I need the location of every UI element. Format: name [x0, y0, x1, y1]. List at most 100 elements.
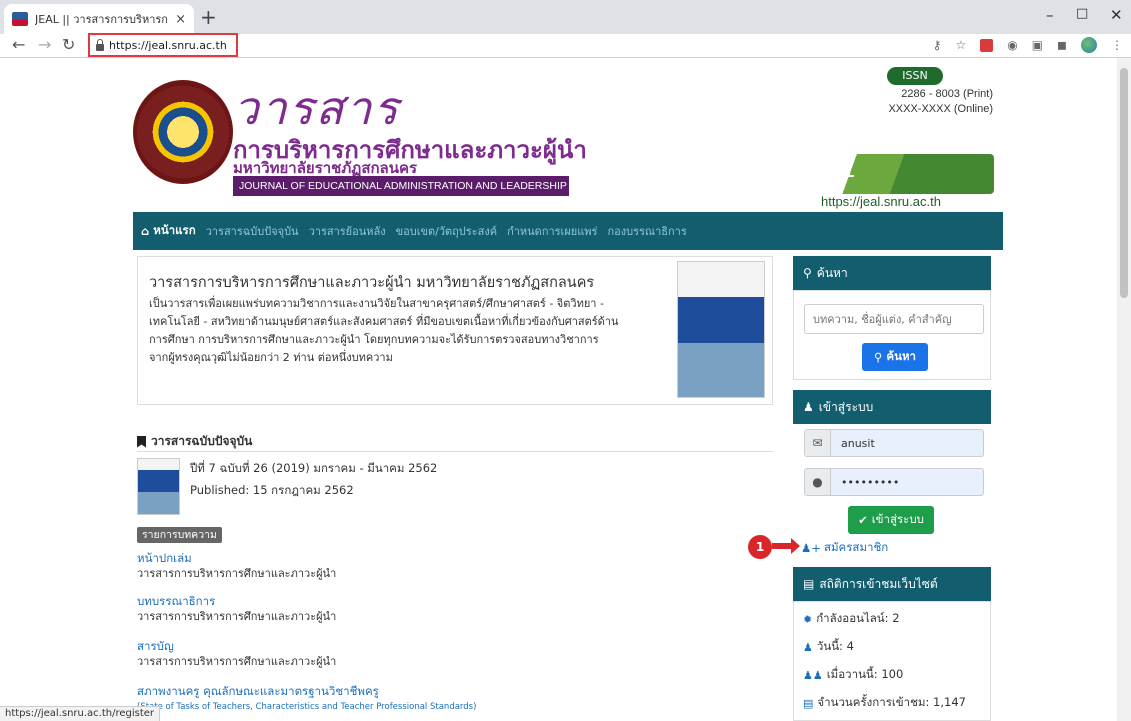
- reload-icon[interactable]: ↻: [62, 36, 75, 54]
- article-subtitle: วารสารการบริหารการศึกษาและภาวะผู้นำ: [137, 655, 337, 668]
- stat-total-text: จำนวนครั้งการเข้าชม: 1,147: [817, 695, 966, 709]
- journal-cover-image: [677, 261, 765, 398]
- stats-panel-title: สถิติการเข้าชมเว็บไซต์: [819, 576, 938, 591]
- login-panel-title: เข้าสู่ระบบ: [818, 399, 874, 414]
- list-item: สารบัญ วารสารการบริหารการศึกษาและภาวะผู้…: [137, 638, 773, 670]
- article-subtitle: วารสารการบริหารการศึกษาและภาวะผู้นำ: [137, 610, 337, 623]
- extension-red-icon[interactable]: [980, 38, 994, 52]
- current-issue-heading-label: วารสารฉบับปัจจุบัน: [151, 434, 253, 448]
- register-link-label: สมัครสมาชิก: [823, 540, 889, 554]
- article-title-link[interactable]: สภาพงานครู คุณลักษณะและมาตรฐานวิชาชีพครู: [137, 683, 773, 699]
- stat-total: ▤ จำนวนครั้งการเข้าชม: 1,147: [803, 694, 966, 712]
- login-button[interactable]: ✔ เข้าสู่ระบบ: [848, 506, 934, 534]
- home-icon: ⌂: [141, 224, 150, 238]
- issue-cover-thumbnail[interactable]: [137, 458, 180, 515]
- nav-archives[interactable]: วารสารย้อนหลัง: [309, 222, 386, 240]
- envelope-icon: ✉: [805, 430, 831, 456]
- article-subtitle: (State of Tasks of Teachers, Characteris…: [137, 702, 477, 712]
- new-tab-button[interactable]: +: [200, 6, 217, 28]
- users-icon: ♟♟: [803, 668, 823, 682]
- list-item: สภาพงานครู คุณลักษณะและมาตรฐานวิชาชีพครู…: [137, 683, 773, 715]
- bar-chart-icon: ▤: [803, 577, 815, 591]
- scrollbar-thumb[interactable]: [1120, 68, 1128, 298]
- minimize-icon[interactable]: –: [1046, 6, 1054, 24]
- article-title-link[interactable]: หน้าปกเล่ม: [137, 550, 773, 566]
- address-bar[interactable]: https://jeal.snru.ac.th: [88, 33, 238, 57]
- lock-icon: ●: [805, 469, 831, 495]
- callout-badge: 1: [748, 535, 772, 559]
- search-panel-title: ค้นหา: [816, 265, 848, 280]
- profile-avatar-icon[interactable]: [1081, 37, 1097, 53]
- close-window-icon[interactable]: ✕: [1110, 6, 1123, 24]
- nav-current-issue[interactable]: วารสารฉบับปัจจุบัน: [206, 222, 299, 240]
- site-favicon-icon: [12, 12, 28, 26]
- article-title-link[interactable]: สารบัญ: [137, 638, 773, 654]
- browser-tab[interactable]: JEAL || วารสารการบริหารการศึกษาแ ×: [4, 4, 194, 34]
- site-url-text: https://jeal.snru.ac.th: [821, 194, 941, 209]
- intro-description: เป็นวารสารเพื่อเผยแพร่บทความวิชาการและงา…: [149, 297, 619, 364]
- password-field[interactable]: ● •••••••••: [804, 468, 984, 496]
- articles-label-badge: รายการบทความ: [137, 527, 222, 543]
- tab-close-icon[interactable]: ×: [175, 12, 186, 27]
- menu-kebab-icon[interactable]: ⋮: [1111, 38, 1123, 52]
- tab-title: JEAL || วารสารการบริหารการศึกษาแ: [35, 13, 168, 26]
- login-panel-header: ♟ เข้าสู่ระบบ: [793, 390, 991, 424]
- search-panel-header: ⚲ ค้นหา: [793, 256, 991, 290]
- forward-icon[interactable]: →: [38, 36, 51, 54]
- toolbar-icons: ⚷ ☆ ◉ ▣ ◼ ⋮: [933, 37, 1123, 53]
- user-plus-icon: ♟+: [801, 541, 821, 555]
- list-item: บทบรรณาธิการ วารสารการบริหารการศึกษาและภ…: [137, 593, 773, 625]
- username-field[interactable]: ✉ anusit: [804, 429, 984, 457]
- browser-status-url: https://jeal.snru.ac.th/register: [0, 706, 161, 721]
- username-value: anusit: [841, 436, 875, 450]
- nav-home[interactable]: ⌂ หน้าแรก: [141, 222, 196, 240]
- stat-yesterday-text: เมื่อวานนี้: 100: [826, 667, 904, 681]
- lock-icon: [96, 38, 104, 51]
- jeal-logo-text: JEAL: [823, 166, 856, 181]
- intro-title: วารสารการบริหารการศึกษาและภาวะผู้นำ มหาว…: [149, 275, 595, 291]
- maximize-icon[interactable]: □: [1076, 6, 1088, 21]
- article-subtitle: วารสารการบริหารการศึกษาและภาวะผู้นำ: [137, 567, 337, 580]
- users-icon: ♟: [803, 400, 814, 414]
- current-issue-heading: วารสารฉบับปัจจุบัน: [137, 432, 773, 452]
- extension-camera-icon[interactable]: ▣: [1032, 38, 1043, 52]
- search-button-label: ค้นหา: [886, 349, 917, 363]
- back-icon[interactable]: ←: [12, 36, 25, 54]
- main-navbar: ⌂ หน้าแรก วารสารฉบับปัจจุบัน วารสารย้อนห…: [133, 212, 1003, 250]
- stat-online: ✹ กำลังออนไลน์: 2: [803, 610, 900, 628]
- issue-number[interactable]: ปีที่ 7 ฉบับที่ 26 (2019) มกราคม - มีนาค…: [190, 460, 437, 478]
- issn-badge: ISSN: [887, 67, 943, 85]
- browser-tab-bar: JEAL || วารสารการบริหารการศึกษาแ × + – □…: [0, 0, 1131, 34]
- search-input[interactable]: [804, 304, 984, 334]
- callout-arrow-icon: [772, 538, 800, 554]
- stats-panel-header: ▤ สถิติการเข้าชมเว็บไซต์: [793, 567, 991, 601]
- university-seal-logo: [133, 80, 233, 184]
- nav-schedule[interactable]: กำหนดการเผยแพร่: [507, 222, 597, 240]
- list-item: หน้าปกเล่ม วารสารการบริหารการศึกษาและภาว…: [137, 550, 773, 582]
- stat-today-text: วันนี้: 4: [816, 639, 854, 653]
- extension-cast-icon[interactable]: ◉: [1007, 38, 1017, 52]
- check-circle-icon: ✔: [858, 513, 868, 527]
- search-button-icon: ⚲: [873, 350, 883, 364]
- bar-chart-icon: ▤: [803, 696, 814, 710]
- issn-online: XXXX-XXXX (Online): [888, 103, 993, 115]
- journal-intro-card: วารสารการบริหารการศึกษาและภาวะผู้นำ มหาว…: [137, 256, 773, 405]
- stat-online-text: กำลังออนไลน์: 2: [816, 611, 900, 625]
- bookmark-icon: [137, 435, 146, 448]
- article-title-link[interactable]: บทบรรณาธิการ: [137, 593, 773, 609]
- key-icon[interactable]: ⚷: [933, 38, 942, 52]
- login-button-label: เข้าสู่ระบบ: [871, 512, 924, 526]
- user-icon: ♟: [803, 640, 813, 654]
- search-button[interactable]: ⚲ ค้นหา: [862, 343, 928, 371]
- journal-title-english: JOURNAL OF EDUCATIONAL ADMINISTRATION AN…: [233, 176, 569, 196]
- page-scrollbar[interactable]: [1117, 58, 1131, 721]
- browser-toolbar: ← → ↻ https://jeal.snru.ac.th ⚷ ☆ ◉ ▣ ◼ …: [0, 33, 1131, 58]
- nav-editorial-board[interactable]: กองบรรณาธิการ: [607, 222, 686, 240]
- issue-published-date: Published: 15 กรกฎาคม 2562: [190, 483, 354, 497]
- issn-print: 2286 - 8003 (Print): [901, 88, 993, 100]
- extension-shield-icon[interactable]: ◼: [1057, 38, 1067, 52]
- register-link[interactable]: ♟+ สมัครสมาชิก: [801, 539, 888, 557]
- nav-scope[interactable]: ขอบเขต/วัตถุประสงค์: [396, 222, 497, 240]
- search-icon: ⚲: [803, 266, 812, 280]
- bookmark-star-icon[interactable]: ☆: [955, 38, 966, 52]
